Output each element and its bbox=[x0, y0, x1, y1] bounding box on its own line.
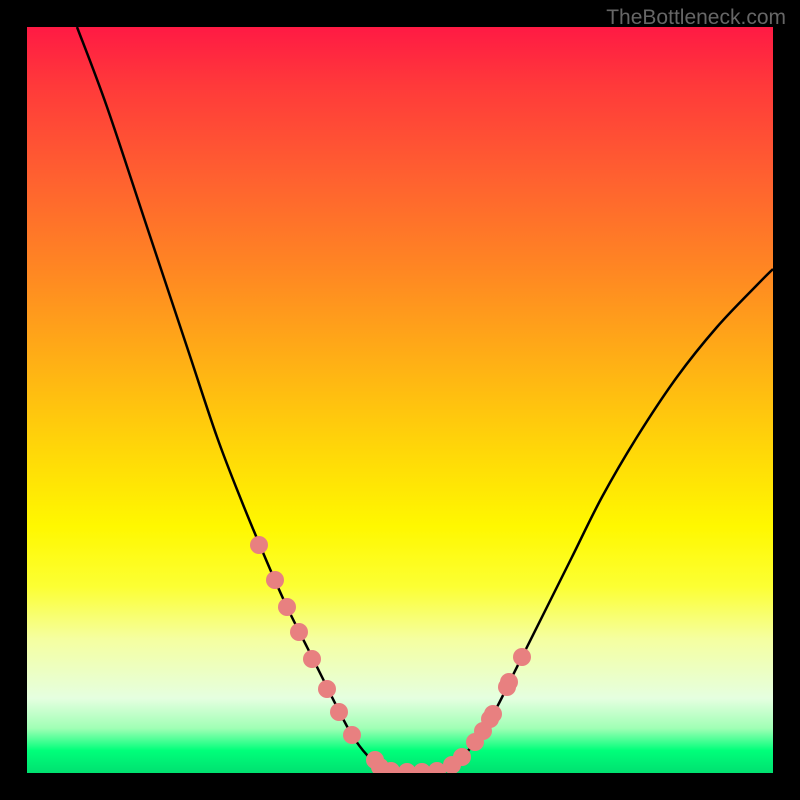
data-marker bbox=[318, 680, 336, 698]
data-marker bbox=[343, 726, 361, 744]
curve-line bbox=[77, 27, 773, 772]
data-markers bbox=[250, 536, 531, 773]
data-marker bbox=[474, 722, 492, 740]
bottleneck-curve bbox=[27, 27, 773, 773]
data-marker bbox=[250, 536, 268, 554]
data-marker bbox=[500, 673, 518, 691]
data-marker bbox=[303, 650, 321, 668]
plot-area bbox=[27, 27, 773, 773]
data-marker bbox=[453, 748, 471, 766]
data-marker bbox=[278, 598, 296, 616]
data-marker bbox=[266, 571, 284, 589]
data-marker bbox=[484, 705, 502, 723]
data-marker bbox=[513, 648, 531, 666]
chart-container: TheBottleneck.com bbox=[0, 0, 800, 800]
data-marker bbox=[330, 703, 348, 721]
data-marker bbox=[290, 623, 308, 641]
watermark-text: TheBottleneck.com bbox=[606, 6, 786, 30]
